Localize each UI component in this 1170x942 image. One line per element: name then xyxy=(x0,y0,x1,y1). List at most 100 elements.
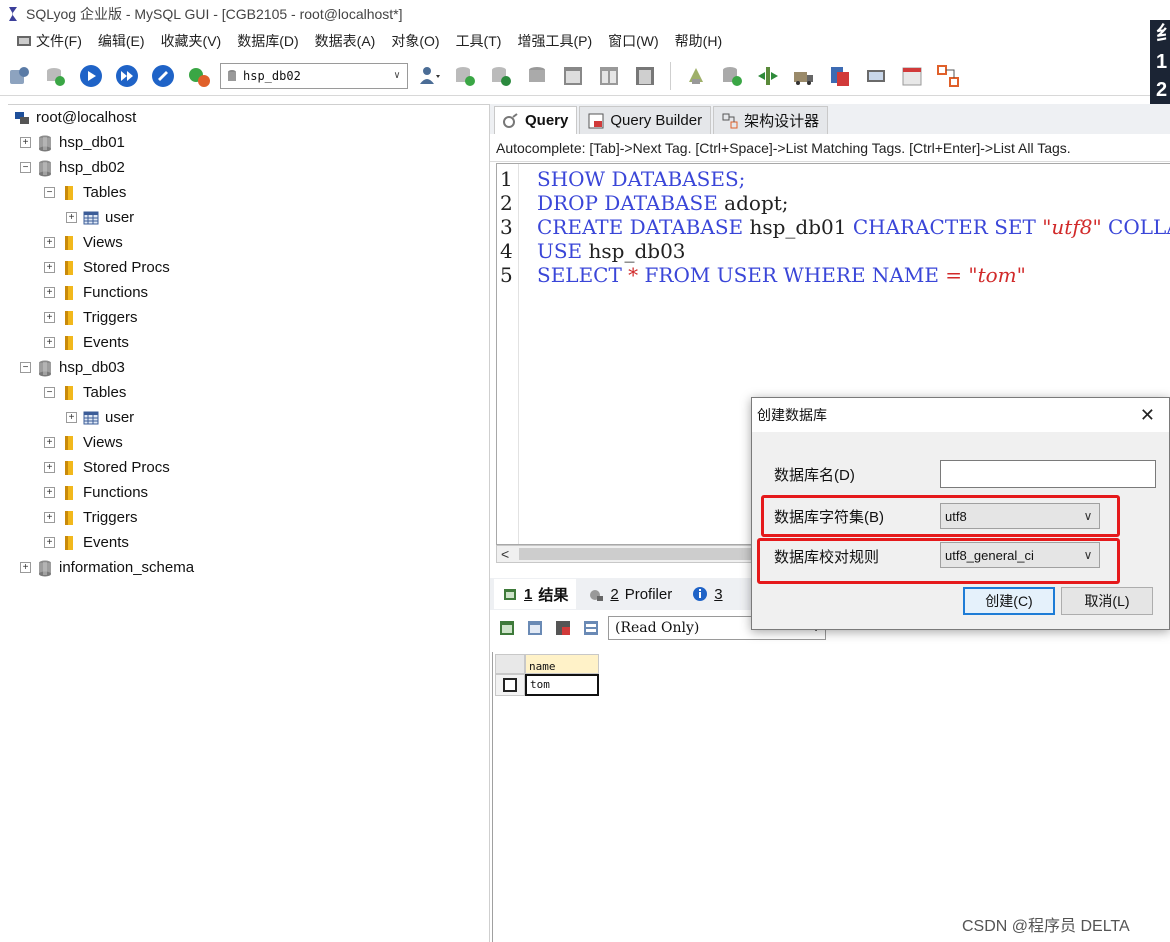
code-token: SELECT xyxy=(537,263,622,287)
expand-icon[interactable]: + xyxy=(44,312,55,323)
schema-designer-button[interactable] xyxy=(933,61,963,91)
db-plus-icon xyxy=(47,67,65,86)
execute-all-button[interactable] xyxy=(112,61,142,91)
new-query-button[interactable] xyxy=(40,61,70,91)
tree-item-table[interactable]: + user xyxy=(66,205,134,230)
query-builder-icon xyxy=(588,113,604,128)
create-button[interactable]: 创建(C) xyxy=(963,587,1055,615)
tree-item-folder[interactable]: − Tables xyxy=(44,380,126,405)
collapse-icon[interactable]: − xyxy=(44,187,55,198)
cancel-button[interactable]: 取消(L) xyxy=(1061,587,1153,615)
copy-db-button[interactable] xyxy=(753,61,783,91)
scheduler-button[interactable] xyxy=(789,61,819,91)
collapse-icon[interactable]: − xyxy=(20,162,31,173)
export-button[interactable] xyxy=(717,61,747,91)
expand-icon[interactable]: + xyxy=(66,412,77,423)
table-index-button[interactable] xyxy=(630,61,660,91)
new-connection-button[interactable] xyxy=(4,61,34,91)
truck-icon xyxy=(794,71,813,85)
tree-item-folder[interactable]: − Tables xyxy=(44,180,126,205)
expand-icon[interactable]: + xyxy=(44,537,55,548)
schema-sync-button[interactable] xyxy=(450,61,480,91)
calendar-button[interactable] xyxy=(897,61,927,91)
collapse-icon[interactable]: − xyxy=(44,387,55,398)
tab-info[interactable]: 3 xyxy=(684,579,730,609)
menu-item-1[interactable]: 编辑(E) xyxy=(90,31,153,51)
grid-cell-name[interactable]: tom xyxy=(525,674,599,696)
code-line: USE hsp_db03 xyxy=(537,239,686,263)
menu-item-2[interactable]: 收藏夹(V) xyxy=(153,31,230,51)
tree-item-folder[interactable]: + Events xyxy=(44,330,129,355)
tree-item-database[interactable]: − hsp_db03 xyxy=(20,355,125,380)
tree-item-database[interactable]: + hsp_db01 xyxy=(20,130,125,155)
table-structure-button[interactable] xyxy=(594,61,624,91)
tab-query-builder[interactable]: Query Builder xyxy=(579,106,712,134)
expand-icon[interactable]: + xyxy=(44,437,55,448)
tree-item-database[interactable]: + information_schema xyxy=(20,555,194,580)
data-sync-button[interactable] xyxy=(486,61,516,91)
column-header-name[interactable]: name xyxy=(525,654,599,674)
tree-item-folder[interactable]: + Stored Procs xyxy=(44,255,170,280)
expand-icon[interactable]: + xyxy=(44,512,55,523)
tab-result[interactable]: 1 结果 xyxy=(494,579,577,609)
table-data-button[interactable] xyxy=(558,61,588,91)
form-view-button[interactable] xyxy=(580,617,602,639)
schema-compare-button[interactable] xyxy=(825,61,855,91)
execute-button[interactable] xyxy=(76,61,106,91)
tab-schema-designer[interactable]: 架构设计器 xyxy=(713,106,829,134)
tab-profiler[interactable]: 2 Profiler xyxy=(580,579,680,609)
expand-icon[interactable]: + xyxy=(44,487,55,498)
dbname-input[interactable] xyxy=(940,460,1156,488)
tree-item-folder[interactable]: + Stored Procs xyxy=(44,455,170,480)
menu-item-5[interactable]: 对象(O) xyxy=(383,31,447,51)
code-token: * xyxy=(621,263,645,287)
backup-button[interactable] xyxy=(522,61,552,91)
row-checkbox[interactable] xyxy=(495,674,525,696)
compare-icon xyxy=(831,66,849,86)
import-button[interactable] xyxy=(681,61,711,91)
tree-item-database[interactable]: − hsp_db02 xyxy=(20,155,125,180)
tree-connection[interactable]: root@localhost xyxy=(14,105,136,130)
expand-icon[interactable]: + xyxy=(44,237,55,248)
tree-item-table[interactable]: + user xyxy=(66,405,134,430)
collapse-icon[interactable]: − xyxy=(20,362,31,373)
copy-result-button[interactable] xyxy=(524,617,546,639)
execute-edit-button[interactable] xyxy=(148,61,178,91)
menu-item-3[interactable]: 数据库(D) xyxy=(229,31,306,51)
expand-icon[interactable]: + xyxy=(44,262,55,273)
menu-item-8[interactable]: 窗口(W) xyxy=(600,31,667,51)
close-icon[interactable]: ✕ xyxy=(1140,406,1155,424)
menu-item-4[interactable]: 数据表(A) xyxy=(307,31,384,51)
tree-item-folder[interactable]: + Views xyxy=(44,430,123,455)
grid-view-button[interactable] xyxy=(552,617,574,639)
expand-icon[interactable]: + xyxy=(20,562,31,573)
menu-item-7[interactable]: 增强工具(P) xyxy=(509,31,600,51)
tree-item-folder[interactable]: + Triggers xyxy=(44,505,137,530)
expand-icon[interactable]: + xyxy=(66,212,77,223)
grid-corner[interactable] xyxy=(495,654,525,674)
tree-item-folder[interactable]: + Functions xyxy=(44,280,148,305)
tree-item-label: user xyxy=(105,209,135,226)
expand-icon[interactable]: + xyxy=(44,287,55,298)
tree-item-folder[interactable]: + Events xyxy=(44,530,129,555)
db-add-icon xyxy=(456,66,475,86)
tree-item-folder[interactable]: + Views xyxy=(44,230,123,255)
tree-item-folder[interactable]: + Functions xyxy=(44,480,148,505)
menu-item-label: 帮助(H) xyxy=(674,33,723,49)
expand-icon[interactable]: + xyxy=(44,462,55,473)
scrollbar-thumb[interactable] xyxy=(519,548,759,560)
expand-icon[interactable]: + xyxy=(44,337,55,348)
menu-item-9[interactable]: 帮助(H) xyxy=(667,31,730,51)
tab-query[interactable]: Query xyxy=(494,106,578,134)
user-manager-button[interactable] xyxy=(414,61,444,91)
refresh-button[interactable] xyxy=(184,61,214,91)
database-selector[interactable]: hsp_db02 ∨ xyxy=(220,62,408,89)
menu-item-6[interactable]: 工具(T) xyxy=(448,31,510,51)
monitor-button[interactable] xyxy=(861,61,891,91)
menu-item-0[interactable]: 文件(F) xyxy=(8,31,90,51)
scroll-left-icon[interactable]: < xyxy=(501,546,509,562)
menu-item-label: 收藏夹(V) xyxy=(160,33,222,49)
tree-item-folder[interactable]: + Triggers xyxy=(44,305,137,330)
export-result-button[interactable] xyxy=(496,617,518,639)
expand-icon[interactable]: + xyxy=(20,137,31,148)
